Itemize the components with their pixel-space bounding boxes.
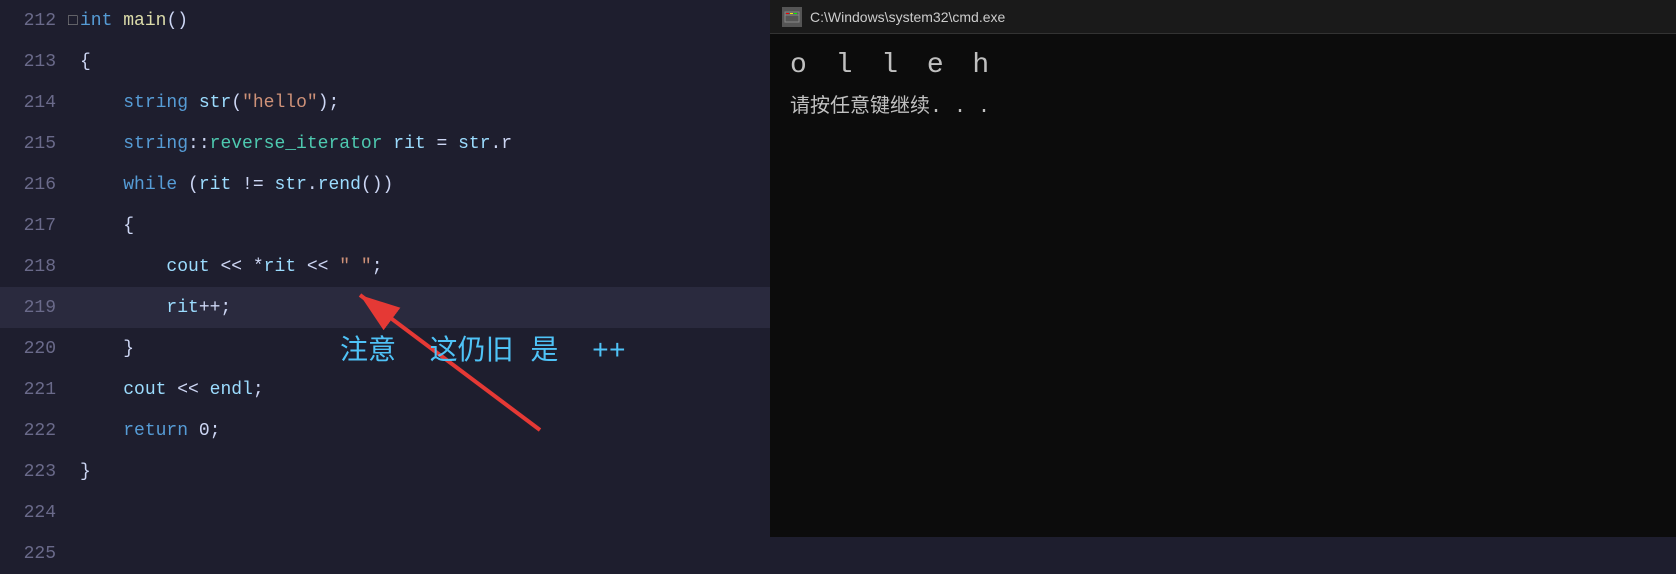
code-line-217: 217 { (0, 205, 770, 246)
editor-panel: 212 □ int main() 213 { 214 string str("h… (0, 0, 770, 537)
code-content: int main() (76, 11, 188, 31)
code-content: { (76, 52, 91, 72)
line-number: 221 (0, 380, 68, 400)
code-line-216: 216 while (rit != str.rend()) (0, 164, 770, 205)
line-number: 216 (0, 175, 68, 195)
code-content: return 0; (76, 421, 220, 441)
line-number: 222 (0, 421, 68, 441)
cmd-icon (782, 7, 802, 27)
code-content: } (76, 339, 134, 359)
code-content: string str("hello"); (76, 93, 339, 113)
code-line-220: 220 } (0, 328, 770, 369)
line-number: 225 (0, 544, 68, 564)
line-number: 219 (0, 298, 68, 318)
cmd-prompt-line: 请按任意键继续. . . (790, 89, 1656, 119)
cmd-title: C:\Windows\system32\cmd.exe (810, 9, 1005, 25)
line-number: 212 (0, 11, 68, 31)
line-number: 214 (0, 93, 68, 113)
code-lines: 212 □ int main() 213 { 214 string str("h… (0, 0, 770, 537)
code-content: cout << *rit << " "; (76, 257, 383, 277)
line-number: 224 (0, 503, 68, 523)
code-line-224: 224 (0, 492, 770, 533)
code-line-218: 218 cout << *rit << " "; (0, 246, 770, 287)
code-line-212: 212 □ int main() (0, 0, 770, 41)
code-content: while (rit != str.rend()) (76, 175, 393, 195)
code-content: rit++; (76, 298, 231, 318)
code-line-225: 225 (0, 533, 770, 574)
line-number: 220 (0, 339, 68, 359)
line-number: 217 (0, 216, 68, 236)
cmd-window: C:\Windows\system32\cmd.exe o l l e h 请按… (770, 0, 1676, 537)
line-number: 223 (0, 462, 68, 482)
line-indicator: □ (68, 12, 76, 30)
code-line-221: 221 cout << endl; (0, 369, 770, 410)
code-content: string::reverse_iterator rit = str.r (76, 134, 512, 154)
line-number: 213 (0, 52, 68, 72)
code-line-219: 219 rit++; (0, 287, 770, 328)
cmd-body: o l l e h 请按任意键继续. . . (770, 34, 1676, 537)
code-line-213: 213 { (0, 41, 770, 82)
code-content: cout << endl; (76, 380, 264, 400)
line-number: 218 (0, 257, 68, 277)
cmd-output-large: o l l e h (790, 50, 1656, 81)
code-content: { (76, 216, 134, 236)
code-line-215: 215 string::reverse_iterator rit = str.r (0, 123, 770, 164)
code-line-222: 222 return 0; (0, 410, 770, 451)
line-number: 215 (0, 134, 68, 154)
code-line-214: 214 string str("hello"); (0, 82, 770, 123)
cmd-titlebar: C:\Windows\system32\cmd.exe (770, 0, 1676, 34)
code-line-223: 223 } (0, 451, 770, 492)
code-content: } (76, 462, 91, 482)
